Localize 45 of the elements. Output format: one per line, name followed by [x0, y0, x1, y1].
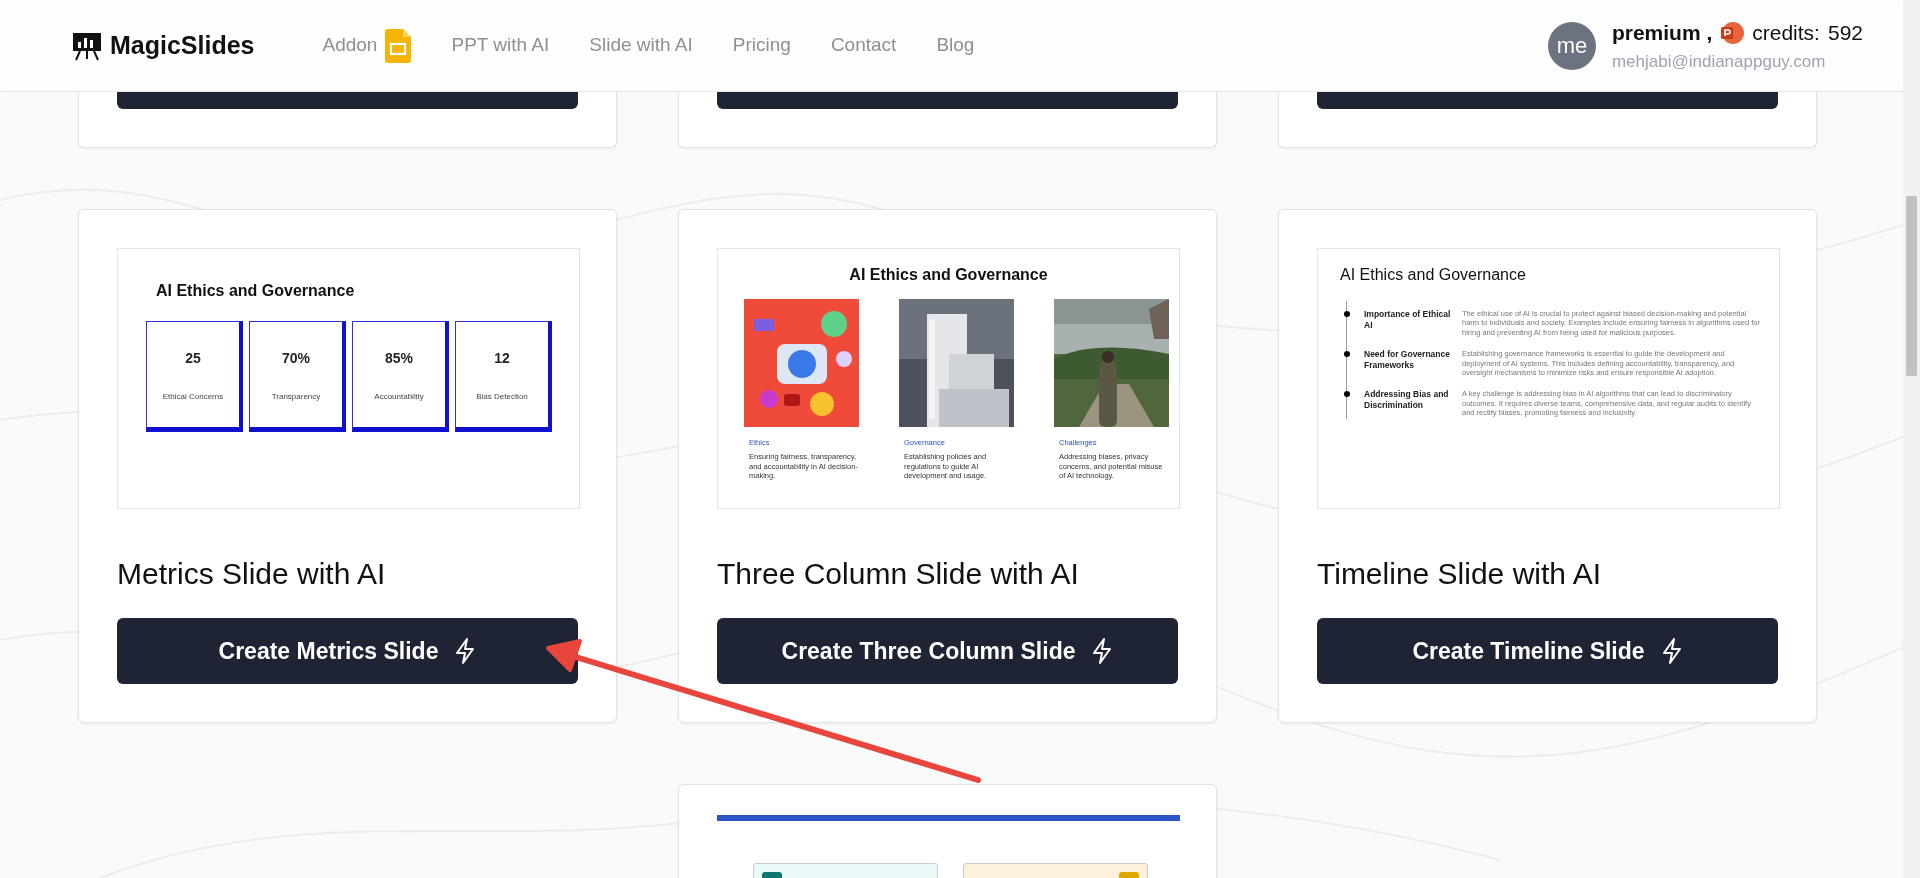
card-title: Timeline Slide with AI [1317, 556, 1602, 592]
presentation-icon [1720, 20, 1745, 45]
credits-label: credits: [1752, 20, 1820, 46]
slide-title: AI Ethics and Governance [848, 265, 1049, 285]
timeline-heading: Importance of Ethical AI [1364, 309, 1452, 331]
timeline-heading: Addressing Bias and Discrimination [1364, 389, 1450, 411]
nav-link[interactable]: Slide with AI [589, 31, 693, 60]
credits-count: 592 [1827, 20, 1863, 46]
logo[interactable]: MagicSlides [110, 26, 255, 65]
timeline-dot [1344, 311, 1350, 317]
create-button[interactable] [1317, 92, 1778, 109]
metric-label: Ethical Concerns [162, 391, 224, 403]
metric-value: 25 [185, 349, 201, 368]
nav-link[interactable]: Contact [830, 31, 897, 60]
nav-link[interactable]: Addon [322, 28, 412, 63]
create-button[interactable] [717, 92, 1178, 109]
create-button[interactable]: Create Three Column Slide [717, 618, 1178, 684]
lightning-icon [454, 637, 477, 665]
metric-label: Accountability [374, 391, 424, 403]
user-email: mehjabi@indianappguy.com [1611, 50, 1827, 73]
timeline-dot [1344, 391, 1350, 398]
metric-value: 12 [494, 349, 510, 368]
timeline-dot [1344, 351, 1350, 358]
plan-label: premium , [1611, 20, 1713, 46]
nav-link[interactable]: PPT with AI [451, 31, 550, 60]
create-button[interactable]: Create Metrics Slide [117, 618, 578, 684]
metric-label: Transparency [271, 391, 321, 403]
lightning-icon [1660, 637, 1683, 665]
easel-chart-icon [72, 30, 102, 61]
slide-title: AI Ethics and Governance [156, 281, 356, 301]
card-title: Three Column Slide with AI [717, 556, 1080, 592]
create-button[interactable] [117, 92, 578, 109]
nav-link[interactable]: Blog [936, 31, 975, 60]
slides-icon [385, 28, 412, 63]
create-button[interactable]: Create Timeline Slide [1317, 618, 1778, 684]
metric-value: 70% [282, 349, 310, 368]
metric-label: Bias Detection [476, 391, 528, 403]
card-title: Metrics Slide with AI [117, 556, 387, 592]
avatar[interactable]: me [1547, 21, 1596, 70]
timeline-heading: Need for Governance Frameworks [1364, 349, 1451, 371]
scrollbar[interactable] [1903, 0, 1920, 878]
metric-value: 85% [385, 349, 413, 368]
slide-title: AI Ethics and Governance [1339, 265, 1527, 285]
nav-link[interactable]: Pricing [732, 31, 791, 60]
lightning-icon [1091, 637, 1114, 665]
